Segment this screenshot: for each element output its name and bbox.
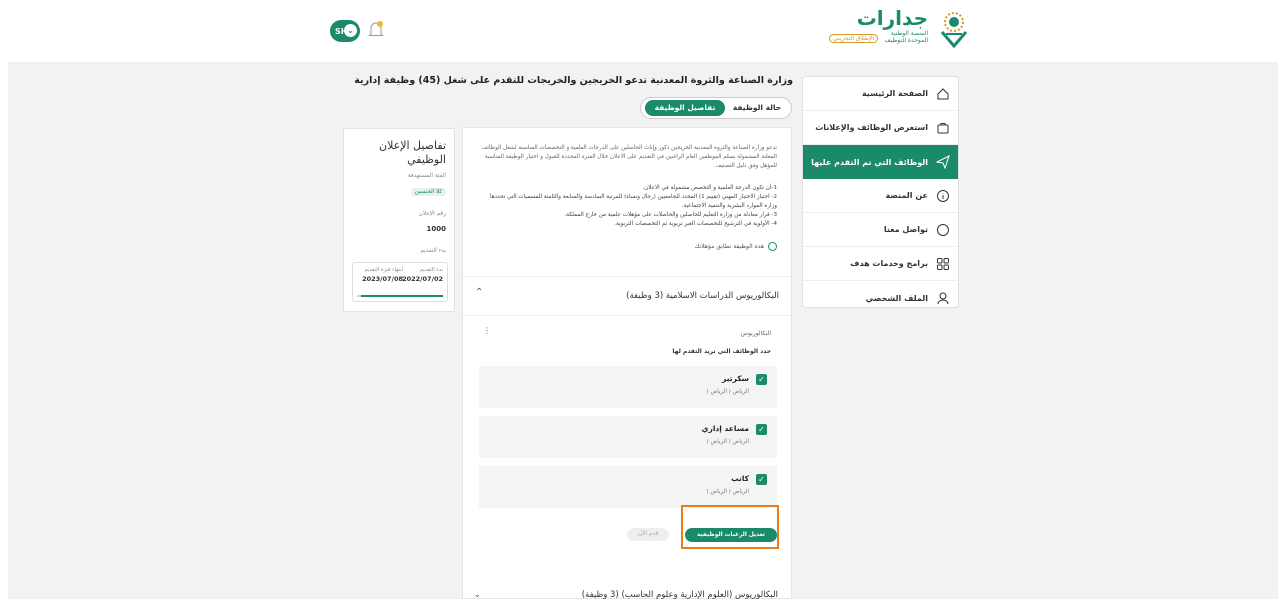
choose-jobs-label: حدد الوظائف التي تريد التقدم لها — [672, 348, 771, 355]
sidebar-item-label: عن المنصة — [885, 191, 928, 200]
job-option[interactable]: ✓ سكرتير الرياض ( الرياض ) — [479, 366, 777, 408]
check-circle-icon — [768, 242, 777, 251]
target-category-badge: كلا الجنسين — [410, 188, 446, 196]
degree-label: البكالوريوس — [740, 330, 771, 337]
sidebar-item-hadaf-programs[interactable]: برامج وخدمات هدف — [803, 247, 958, 281]
apply-now-button[interactable]: قدم الآن — [627, 528, 669, 541]
home-icon — [937, 87, 949, 99]
side-navigation: الصفحة الرئيسية استعرض الوظائف والإعلانا… — [802, 76, 959, 308]
top-bar: جدارات المنصة الوطنية الموحدة للتوظيف ال… — [0, 0, 1284, 60]
sidebar-item-label: الوظائف التي تم التقدم عليها — [811, 157, 928, 167]
requirement-item: 2- اجتياز الاختبار المهني (تقييم 1) المح… — [490, 194, 777, 209]
page-title: وزارة الصناعة والثروة المعدنية تدعو الخر… — [354, 75, 793, 86]
info-icon — [937, 189, 949, 202]
job-location: الرياض ( الرياض ) — [706, 439, 749, 445]
sidebar-item-contact[interactable]: تواصل معنا — [803, 213, 958, 247]
job-title: سكرتير — [722, 374, 749, 383]
end-date-label: انتهاء فترة التقديم — [364, 267, 403, 273]
logo-emblem-icon — [940, 12, 968, 48]
accordion-title: البكالوريوس الدراسات الاسلامية (3 وظيفة) — [626, 291, 779, 301]
grid-icon — [937, 257, 949, 270]
requirement-item: 4- الأولوية في الترشيح للتخصصات الغير تر… — [614, 221, 777, 227]
logo-title: جدارات — [856, 6, 928, 30]
accordion-header-admin-cs[interactable]: البكالوريوس (العلوم الإدارية وعلوم الحاس… — [462, 590, 792, 599]
checkbox-checked-icon[interactable]: ✓ — [756, 424, 767, 435]
job-title: مساعد إداري — [701, 424, 749, 433]
ad-number-label: رقم الإعلان — [418, 211, 446, 217]
accordion-header-islamic-studies[interactable]: البكالوريوس الدراسات الاسلامية (3 وظيفة)… — [463, 276, 793, 316]
notification-bell-icon[interactable] — [368, 20, 384, 40]
chat-icon — [937, 223, 949, 236]
chevron-up-icon: ⌃ — [475, 287, 484, 298]
ad-details-title: تفاصيل الإعلان الوظيفي — [379, 139, 446, 166]
job-location: الرياض ( الرياض ) — [706, 389, 749, 395]
sidebar-item-label: الملف الشخصي — [865, 293, 928, 303]
ad-number-value: 1000 — [426, 225, 446, 233]
sidebar-item-label: برامج وخدمات هدف — [850, 259, 928, 268]
ad-details-card: تفاصيل الإعلان الوظيفي الفئة المستهدفة ك… — [343, 128, 455, 312]
sidebar-item-home[interactable]: الصفحة الرئيسية — [803, 77, 958, 111]
application-start-label: بدء التقديم — [420, 248, 446, 254]
sidebar-item-label: تواصل معنا — [883, 225, 928, 234]
end-date-column: انتهاء فترة التقديم 2023/07/08 — [357, 267, 403, 283]
application-dates: بدء التقديم 2022/07/02 انتهاء فترة التقد… — [352, 262, 448, 302]
job-description: تدعو وزارة الصناعة والثروة المعدنية الخر… — [481, 145, 777, 169]
job-location: الرياض ( الرياض ) — [706, 489, 749, 495]
requirement-item: 3- قرار معادلة من وزارة التعليم للحاصلين… — [564, 212, 777, 218]
sidebar-item-applied-jobs[interactable]: الوظائف التي تم التقدم عليها — [803, 145, 958, 179]
job-title: كاتب — [731, 474, 749, 483]
checkbox-checked-icon[interactable]: ✓ — [756, 374, 767, 385]
chevron-down-icon: ⌄ — [474, 590, 481, 599]
job-option[interactable]: ✓ كاتب الرياض ( الرياض ) — [479, 466, 777, 508]
start-date-value: 2022/07/02 — [402, 275, 443, 283]
sidebar-item-browse-jobs[interactable]: استعرض الوظائف والإعلانات — [803, 111, 958, 145]
tab-job-status[interactable]: حالة الوظيفة — [727, 100, 787, 116]
sidebar-item-profile[interactable]: الملف الشخصي — [803, 281, 958, 307]
start-date-label: بدء التقديم — [419, 267, 443, 273]
sidebar-item-about[interactable]: عن المنصة — [803, 179, 958, 213]
edit-button-highlight — [681, 505, 779, 549]
sidebar-item-label: استعرض الوظائف والإعلانات — [815, 123, 928, 132]
chevron-down-icon: ⌄ — [344, 24, 357, 37]
job-tabs: حالة الوظيفة تفاصيل الوظيفة — [640, 97, 792, 119]
progress-fill — [361, 295, 443, 297]
beta-badge: الإطلاق التجريبي — [829, 34, 878, 43]
qualification-note: هذه الوظيفة تطابق مؤهلاتك — [694, 243, 765, 250]
checkbox-checked-icon[interactable]: ✓ — [756, 474, 767, 485]
more-options-icon[interactable]: ⋮ — [483, 326, 491, 335]
end-date-value: 2023/07/08 — [362, 275, 403, 283]
job-option[interactable]: ✓ مساعد إداري الرياض ( الرياض ) — [479, 416, 777, 458]
tab-job-details[interactable]: تفاصيل الوظيفة — [645, 100, 725, 116]
qualification-match: هذه الوظيفة تطابق مؤهلاتك — [694, 242, 777, 251]
target-category-label: الفئة المستهدفة — [407, 173, 446, 179]
send-icon — [936, 155, 950, 169]
briefcase-icon — [937, 122, 949, 133]
requirement-item: 1-أن تكون الدرجة العلمية و التخصص مشمولة… — [642, 185, 777, 191]
sidebar-item-label: الصفحة الرئيسية — [861, 89, 928, 98]
accordion-title: البكالوريوس (العلوم الإدارية وعلوم الحاس… — [581, 590, 778, 599]
start-date-column: بدء التقديم 2022/07/02 — [397, 267, 443, 283]
user-avatar-menu[interactable]: SH ⌄ — [330, 20, 360, 42]
jadarat-logo[interactable]: جدارات المنصة الوطنية الموحدة للتوظيف ال… — [824, 6, 974, 50]
edit-job-preferences-button[interactable]: تعديل الرغبات الوظيفية — [685, 528, 777, 542]
application-period-progress — [357, 295, 443, 297]
user-icon — [937, 292, 949, 305]
